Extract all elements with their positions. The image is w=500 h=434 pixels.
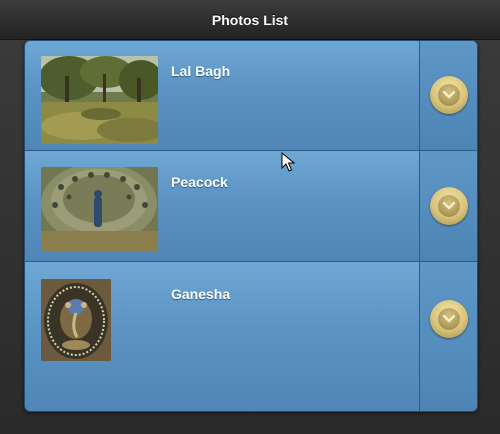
mouse-cursor-icon bbox=[281, 152, 295, 172]
peacock-photo-icon bbox=[41, 167, 158, 251]
list-item[interactable]: Lal Bagh bbox=[25, 41, 477, 150]
list-item[interactable]: Peacock bbox=[25, 150, 477, 261]
thumbnail-lal-bagh bbox=[41, 56, 158, 144]
page-title: Photos List bbox=[211, 11, 289, 28]
split-button-area[interactable] bbox=[419, 41, 477, 150]
list-item-link[interactable]: Lal Bagh bbox=[25, 41, 419, 150]
app-header: Photos List bbox=[0, 0, 500, 40]
expand-button[interactable] bbox=[430, 187, 468, 225]
expand-button[interactable] bbox=[430, 300, 468, 338]
chevron-down-icon bbox=[443, 202, 455, 210]
list-item[interactable]: Ganesha bbox=[25, 261, 477, 411]
expand-button[interactable] bbox=[430, 76, 468, 114]
chevron-down-icon bbox=[443, 315, 455, 323]
photos-list: Lal Bagh Peacock Ganesha bbox=[24, 40, 478, 412]
ganesha-photo-icon bbox=[41, 279, 111, 361]
garden-photo-icon bbox=[41, 56, 158, 144]
chevron-down-icon bbox=[443, 91, 455, 99]
list-item-title: Lal Bagh bbox=[171, 63, 231, 79]
thumbnail-peacock bbox=[41, 167, 158, 251]
list-item-link[interactable]: Ganesha bbox=[25, 262, 419, 411]
list-item-title: Peacock bbox=[171, 174, 228, 190]
split-button-area[interactable] bbox=[419, 151, 477, 261]
list-item-link[interactable]: Peacock bbox=[25, 151, 419, 261]
split-button-area[interactable] bbox=[419, 262, 477, 411]
thumbnail-ganesha bbox=[41, 279, 111, 361]
list-item-title: Ganesha bbox=[171, 286, 231, 302]
